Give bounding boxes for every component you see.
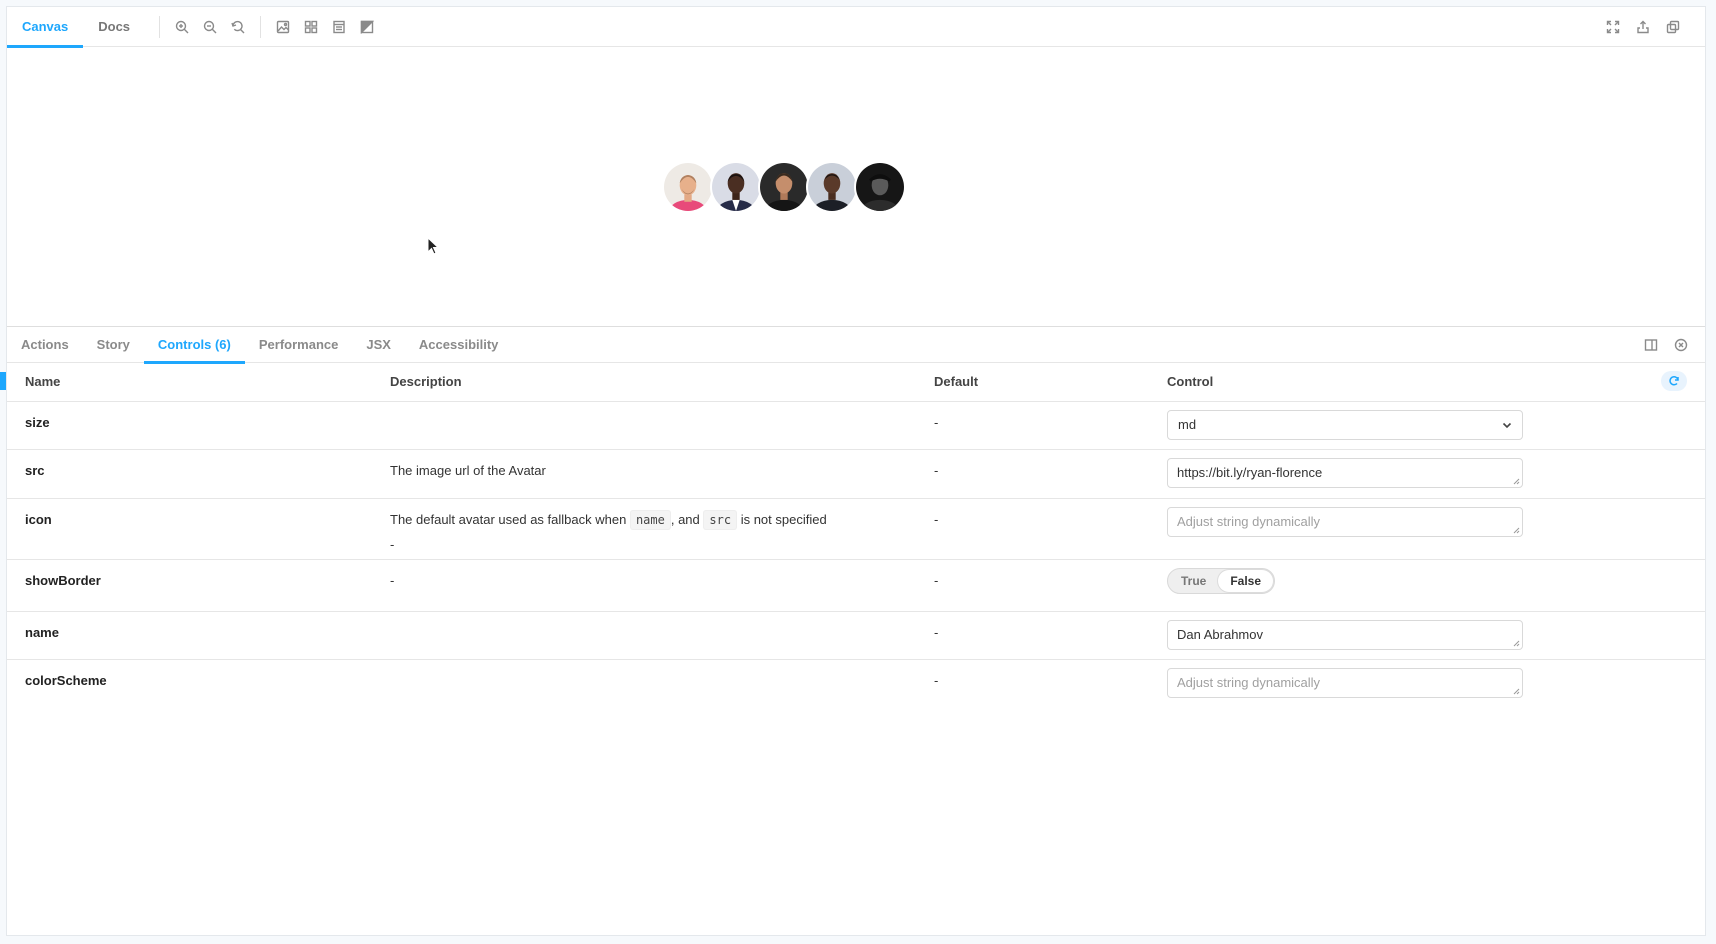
selection-marker [0,372,6,390]
arg-description: The default avatar used as fallback when… [390,498,934,560]
arg-default: - [934,672,939,688]
arg-description: The image url of the Avatar [390,449,934,499]
avatar [662,161,714,213]
arg-name: icon [25,511,52,527]
icon-description-text: The default avatar used as fallback when… [390,509,934,530]
table-row: name - [7,611,1705,660]
refresh-icon [1669,376,1679,386]
colorscheme-field-wrapper [1167,667,1523,698]
table-row: icon The default avatar used as fallback… [7,498,1705,560]
tab-actions[interactable]: Actions [7,327,83,363]
arg-default: - [934,611,1167,660]
tab-performance[interactable]: Performance [245,327,352,363]
zoom-in-icon[interactable] [168,13,196,41]
chevron-down-icon [1502,422,1512,428]
arg-description [390,401,934,450]
column-header-default: Default [934,363,1167,402]
desc-text: , and [670,511,700,527]
desc-extra: - [390,536,395,552]
control-header-label: Control [1167,374,1214,390]
arg-name: src [25,462,45,478]
background-icon[interactable] [269,13,297,41]
avatar [806,161,858,213]
tab-docs[interactable]: Docs [83,7,145,47]
avatar-group [662,161,906,213]
reset-controls-button[interactable] [1661,371,1687,391]
table-row: colorScheme - [7,659,1705,707]
storybook-frame: Canvas Docs Actions Story Controls (6) P… [6,6,1706,936]
arg-default: - [934,401,1167,450]
name-input[interactable] [1167,619,1523,650]
arg-default: - [934,449,1167,499]
outline-icon[interactable] [353,13,381,41]
arg-default: - [934,559,1167,612]
tab-jsx[interactable]: JSX [352,327,405,363]
showborder-toggle[interactable]: True False [1167,567,1276,594]
arg-description: - [390,559,934,612]
arg-name: colorScheme [25,672,107,688]
zoom-out-icon[interactable] [196,13,224,41]
name-field-wrapper [1167,619,1523,650]
src-field-wrapper [1167,457,1523,488]
toggle-false-option[interactable]: False [1218,569,1274,592]
panel-actions [1637,331,1695,359]
avatar [854,161,906,213]
arg-description [390,611,934,660]
colorscheme-input[interactable] [1167,667,1523,698]
toolbar-right [1599,13,1687,41]
toolbar-divider [260,15,262,38]
grid-icon[interactable] [297,13,325,41]
avatar [758,161,810,213]
arg-name: name [25,624,59,640]
src-input[interactable] [1167,457,1523,488]
zoom-reset-icon[interactable] [224,13,252,41]
story-canvas [7,47,1705,327]
arg-name: showBorder [25,572,101,588]
resize-grip-icon[interactable] [1513,478,1520,485]
size-select[interactable]: md [1167,409,1523,440]
arg-default: - [934,498,1167,560]
column-header-control: Control [1167,363,1705,402]
toolbar-divider [159,15,161,38]
icon-field-wrapper [1167,506,1523,537]
copy-link-icon[interactable] [1659,13,1687,41]
panel-orientation-icon[interactable] [1637,331,1665,359]
icon-input[interactable] [1167,506,1523,537]
avatar [710,161,762,213]
table-header-row: Name Description Default Control [7,363,1705,402]
resize-grip-icon[interactable] [1513,640,1520,647]
arg-description [390,659,934,707]
code-name: name [629,509,671,530]
column-header-name: Name [7,363,390,402]
close-panel-icon[interactable] [1667,331,1695,359]
share-icon[interactable] [1629,13,1657,41]
size-select-value: md [1178,417,1197,432]
fullscreen-icon[interactable] [1599,13,1627,41]
column-header-description: Description [390,363,934,402]
top-toolbar: Canvas Docs [7,7,1705,48]
resize-grip-icon[interactable] [1513,688,1520,695]
tab-story[interactable]: Story [83,327,144,363]
arg-name: size [25,414,50,430]
mouse-cursor-icon [427,237,440,255]
addon-panel-tabs: Actions Story Controls (6) Performance J… [7,327,1705,364]
table-row: src The image url of the Avatar - [7,449,1705,499]
tab-canvas[interactable]: Canvas [7,7,84,48]
controls-table: Name Description Default Control size - [7,363,1705,707]
viewport-icon[interactable] [325,13,353,41]
desc-text: The default avatar used as fallback when [390,511,627,527]
tab-controls[interactable]: Controls (6) [143,327,245,364]
desc-text: is not specified [740,511,827,527]
resize-grip-icon[interactable] [1513,527,1520,534]
table-row: showBorder - - True False [7,559,1705,612]
code-src: src [703,509,738,530]
tab-accessibility[interactable]: Accessibility [405,327,513,363]
toggle-true-option[interactable]: True [1169,570,1218,592]
table-row: size - md [7,401,1705,450]
